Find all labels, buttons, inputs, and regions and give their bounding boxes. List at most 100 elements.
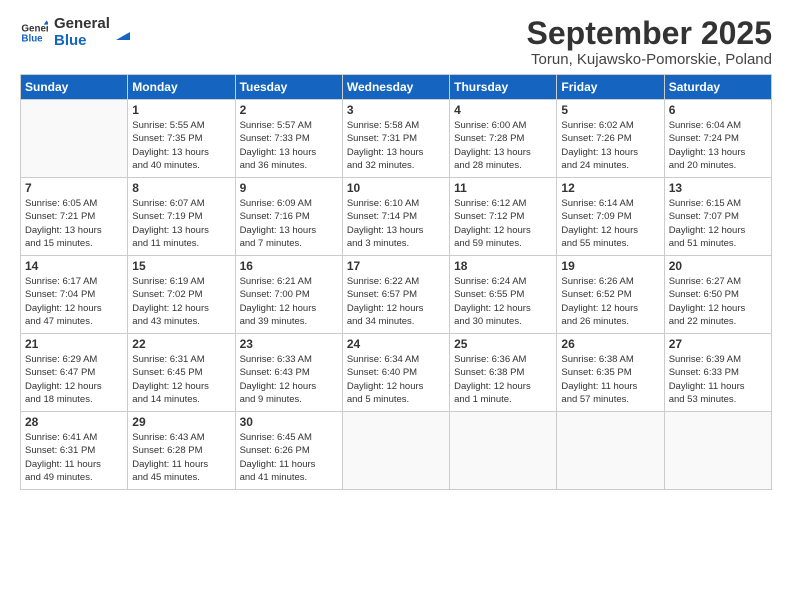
day-number: 3 [347, 103, 445, 117]
day-info: Sunrise: 5:55 AMSunset: 7:35 PMDaylight:… [132, 119, 230, 172]
day-info: Sunrise: 6:39 AMSunset: 6:33 PMDaylight:… [669, 353, 767, 406]
logo: General Blue General Blue [20, 16, 132, 49]
table-row: 26 Sunrise: 6:38 AMSunset: 6:35 PMDayligh… [557, 334, 664, 412]
day-info: Sunrise: 6:45 AMSunset: 6:26 PMDaylight:… [240, 431, 338, 484]
day-number: 26 [561, 337, 659, 351]
header-friday: Friday [557, 75, 664, 100]
day-number: 30 [240, 415, 338, 429]
day-number: 27 [669, 337, 767, 351]
day-number: 7 [25, 181, 123, 195]
day-number: 13 [669, 181, 767, 195]
header-monday: Monday [128, 75, 235, 100]
table-row: 2 Sunrise: 5:57 AMSunset: 7:33 PMDaylight… [235, 100, 342, 178]
day-number: 29 [132, 415, 230, 429]
day-info: Sunrise: 6:41 AMSunset: 6:31 PMDaylight:… [25, 431, 123, 484]
table-row [450, 412, 557, 490]
table-row: 17 Sunrise: 6:22 AMSunset: 6:57 PMDayligh… [342, 256, 449, 334]
day-number: 25 [454, 337, 552, 351]
day-number: 20 [669, 259, 767, 273]
weekday-header-row: Sunday Monday Tuesday Wednesday Thursday… [21, 75, 772, 100]
table-row: 30 Sunrise: 6:45 AMSunset: 6:26 PMDayligh… [235, 412, 342, 490]
day-info: Sunrise: 6:43 AMSunset: 6:28 PMDaylight:… [132, 431, 230, 484]
logo-line2: Blue [54, 33, 110, 50]
svg-text:Blue: Blue [21, 33, 43, 44]
table-row: 12Sunrise: 6:14 AMSunset: 7:09 PMDayligh… [557, 178, 664, 256]
day-number: 14 [25, 259, 123, 273]
table-row: 18Sunrise: 6:24 AMSunset: 6:55 PMDayligh… [450, 256, 557, 334]
table-row: 10Sunrise: 6:10 AMSunset: 7:14 PMDayligh… [342, 178, 449, 256]
day-number: 23 [240, 337, 338, 351]
day-info: Sunrise: 6:07 AMSunset: 7:19 PMDaylight:… [132, 197, 230, 250]
page-title: September 2025 [527, 16, 772, 51]
day-info: Sunrise: 6:00 AMSunset: 7:28 PMDaylight:… [454, 119, 552, 172]
day-number: 17 [347, 259, 445, 273]
day-info: Sunrise: 6:02 AMSunset: 7:26 PMDaylight:… [561, 119, 659, 172]
logo-icon: General Blue [20, 19, 48, 47]
day-info: Sunrise: 6:22 AMSunset: 6:57 PMDaylight:… [347, 275, 445, 328]
table-row [664, 412, 771, 490]
table-row: 7 Sunrise: 6:05 AMSunset: 7:21 PMDaylight… [21, 178, 128, 256]
page-subtitle: Torun, Kujawsko-Pomorskie, Poland [527, 51, 772, 68]
table-row [557, 412, 664, 490]
table-row: 14 Sunrise: 6:17 AMSunset: 7:04 PMDayligh… [21, 256, 128, 334]
day-number: 2 [240, 103, 338, 117]
logo-triangle-icon [114, 24, 132, 42]
day-number: 1 [132, 103, 230, 117]
header-wednesday: Wednesday [342, 75, 449, 100]
table-row [21, 100, 128, 178]
day-info: Sunrise: 6:04 AMSunset: 7:24 PMDaylight:… [669, 119, 767, 172]
day-number: 22 [132, 337, 230, 351]
table-row: 13 Sunrise: 6:15 AMSunset: 7:07 PMDayligh… [664, 178, 771, 256]
day-info: Sunrise: 6:09 AMSunset: 7:16 PMDaylight:… [240, 197, 338, 250]
calendar-week-row: 1 Sunrise: 5:55 AMSunset: 7:35 PMDaylight… [21, 100, 772, 178]
day-info: Sunrise: 6:29 AMSunset: 6:47 PMDaylight:… [25, 353, 123, 406]
table-row: 5 Sunrise: 6:02 AMSunset: 7:26 PMDaylight… [557, 100, 664, 178]
header-thursday: Thursday [450, 75, 557, 100]
header-saturday: Saturday [664, 75, 771, 100]
table-row: 15 Sunrise: 6:19 AMSunset: 7:02 PMDayligh… [128, 256, 235, 334]
header: General Blue General Blue September 2025… [20, 16, 772, 68]
calendar-week-row: 28Sunrise: 6:41 AMSunset: 6:31 PMDayligh… [21, 412, 772, 490]
day-number: 11 [454, 181, 552, 195]
table-row: 1 Sunrise: 5:55 AMSunset: 7:35 PMDaylight… [128, 100, 235, 178]
day-info: Sunrise: 5:58 AMSunset: 7:31 PMDaylight:… [347, 119, 445, 172]
table-row: 11 Sunrise: 6:12 AMSunset: 7:12 PMDayligh… [450, 178, 557, 256]
day-number: 12 [561, 181, 659, 195]
day-info: Sunrise: 6:19 AMSunset: 7:02 PMDaylight:… [132, 275, 230, 328]
day-info: Sunrise: 6:12 AMSunset: 7:12 PMDaylight:… [454, 197, 552, 250]
table-row: 28Sunrise: 6:41 AMSunset: 6:31 PMDayligh… [21, 412, 128, 490]
day-number: 9 [240, 181, 338, 195]
calendar-table: Sunday Monday Tuesday Wednesday Thursday… [20, 74, 772, 490]
table-row: 27 Sunrise: 6:39 AMSunset: 6:33 PMDayligh… [664, 334, 771, 412]
table-row: 24 Sunrise: 6:34 AMSunset: 6:40 PMDayligh… [342, 334, 449, 412]
day-number: 5 [561, 103, 659, 117]
day-info: Sunrise: 6:26 AMSunset: 6:52 PMDaylight:… [561, 275, 659, 328]
day-info: Sunrise: 6:38 AMSunset: 6:35 PMDaylight:… [561, 353, 659, 406]
calendar-week-row: 7 Sunrise: 6:05 AMSunset: 7:21 PMDaylight… [21, 178, 772, 256]
day-info: Sunrise: 5:57 AMSunset: 7:33 PMDaylight:… [240, 119, 338, 172]
day-info: Sunrise: 6:34 AMSunset: 6:40 PMDaylight:… [347, 353, 445, 406]
table-row: 8 Sunrise: 6:07 AMSunset: 7:19 PMDaylight… [128, 178, 235, 256]
day-number: 6 [669, 103, 767, 117]
day-info: Sunrise: 6:05 AMSunset: 7:21 PMDaylight:… [25, 197, 123, 250]
day-number: 8 [132, 181, 230, 195]
table-row: 21Sunrise: 6:29 AMSunset: 6:47 PMDayligh… [21, 334, 128, 412]
table-row: 23Sunrise: 6:33 AMSunset: 6:43 PMDayligh… [235, 334, 342, 412]
day-info: Sunrise: 6:17 AMSunset: 7:04 PMDaylight:… [25, 275, 123, 328]
calendar-week-row: 21Sunrise: 6:29 AMSunset: 6:47 PMDayligh… [21, 334, 772, 412]
day-number: 15 [132, 259, 230, 273]
title-block: September 2025 Torun, Kujawsko-Pomorskie… [527, 16, 772, 68]
table-row: 25Sunrise: 6:36 AMSunset: 6:38 PMDayligh… [450, 334, 557, 412]
day-info: Sunrise: 6:21 AMSunset: 7:00 PMDaylight:… [240, 275, 338, 328]
day-number: 4 [454, 103, 552, 117]
day-info: Sunrise: 6:10 AMSunset: 7:14 PMDaylight:… [347, 197, 445, 250]
day-info: Sunrise: 6:27 AMSunset: 6:50 PMDaylight:… [669, 275, 767, 328]
day-number: 24 [347, 337, 445, 351]
logo-line1: General [54, 16, 110, 33]
day-info: Sunrise: 6:15 AMSunset: 7:07 PMDaylight:… [669, 197, 767, 250]
table-row: 16Sunrise: 6:21 AMSunset: 7:00 PMDayligh… [235, 256, 342, 334]
table-row: 6 Sunrise: 6:04 AMSunset: 7:24 PMDaylight… [664, 100, 771, 178]
table-row [342, 412, 449, 490]
calendar-page: General Blue General Blue September 2025… [0, 0, 792, 612]
day-info: Sunrise: 6:31 AMSunset: 6:45 PMDaylight:… [132, 353, 230, 406]
